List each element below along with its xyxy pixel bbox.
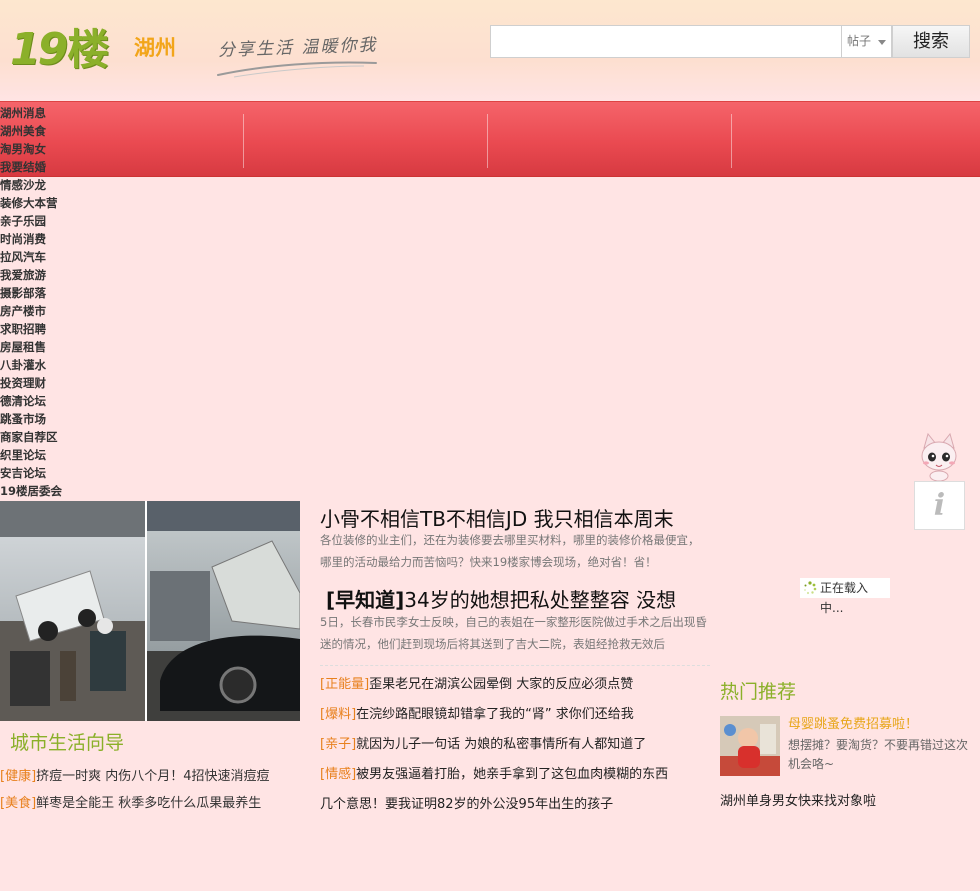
logo-character: 楼 [67, 25, 110, 74]
nav-item[interactable]: 我要结婚 [0, 158, 80, 176]
nav-item[interactable]: 求职招聘 [0, 320, 80, 338]
news-item-text[interactable]: 就因为儿子一句话 为娘的私密事情所有人都知道了 [356, 737, 646, 752]
headline-summary: 5日，长春市民李女士反映，自己的表姐在一家整形医院做过手术之后出现昏迷的情况，他… [320, 615, 707, 651]
loading-indicator: 正在载入中... [800, 578, 890, 615]
nav-item[interactable]: 投资理财 [0, 374, 80, 392]
nav-bar [0, 101, 980, 177]
news-item-text[interactable]: 歪果老兄在湖滨公园晕倒 大家的反应必须点赞 [369, 677, 633, 692]
chevron-down-icon [878, 40, 886, 45]
news-item-text[interactable]: 几个意思！要我证明82岁的外公没95年出生的孩子 [320, 797, 613, 812]
nav-item[interactable]: 织里论坛 [0, 446, 80, 464]
info-icon: i [933, 488, 946, 523]
nav-divider [487, 114, 488, 168]
guide-item-tag[interactable]: [健康] [0, 769, 36, 784]
news-item[interactable]: [爆料]在浣纱路配眼镜却错拿了我的“肾” 求你们还给我 [320, 703, 634, 722]
header: 19 楼 湖州 分享生活 温暖你我 帖子 搜索 [0, 0, 980, 101]
cat-mascot-icon[interactable] [918, 432, 960, 482]
nav-item[interactable]: 德清论坛 [0, 392, 80, 410]
featured-photo-image [0, 501, 300, 721]
search-type-label: 帖子 [847, 34, 872, 48]
logo-number: 19 [10, 24, 68, 75]
nav-item[interactable]: 情感沙龙 [0, 176, 80, 194]
news-item-text[interactable]: 被男友强逼着打胎，她亲手拿到了这包血肉模糊的东西 [356, 767, 668, 782]
nav-item[interactable]: 房屋租售 [0, 338, 80, 356]
hot-recommend-link[interactable]: 湖州单身男女快来找对象啦 [720, 790, 876, 809]
loading-text: 正在载入中... [820, 581, 869, 615]
guide-item-text[interactable]: 鲜枣是全能王 秋季多吃什么瓜果最养生 [36, 796, 261, 811]
news-item[interactable]: [情感]被男友强逼着打胎，她亲手拿到了这包血肉模糊的东西 [320, 763, 668, 782]
news-item-tag[interactable]: [亲子] [320, 737, 356, 752]
hot-recommend-thumbnail[interactable] [720, 716, 780, 776]
news-item[interactable]: 几个意思！要我证明82岁的外公没95年出生的孩子 [320, 793, 613, 812]
nav-item[interactable]: 跳蚤市场 [0, 410, 80, 428]
hot-recommend-image [720, 716, 780, 776]
search-type-select[interactable]: 帖子 [841, 25, 892, 58]
nav-item[interactable]: 淘男淘女 [0, 140, 80, 158]
city-guide-title: 城市生活向导 [10, 732, 125, 754]
nav-item[interactable]: 八卦灌水 [0, 356, 80, 374]
nav-item[interactable]: 房产楼市 [0, 302, 80, 320]
news-item[interactable]: [正能量]歪果老兄在湖滨公园晕倒 大家的反应必须点赞 [320, 673, 633, 692]
guide-item-tag[interactable]: [美食] [0, 796, 36, 811]
headline-text[interactable]: 34岁的她想把私处整整容 没想 [404, 588, 676, 612]
guide-item[interactable]: [美食]鲜枣是全能王 秋季多吃什么瓜果最养生 [0, 792, 261, 811]
hot-recommend-title: 热门推荐 [720, 681, 797, 703]
nav-item[interactable]: 时尚消费 [0, 230, 80, 248]
nav-item[interactable]: 我爱旅游 [0, 266, 80, 284]
nav-item[interactable]: 装修大本营 [0, 194, 80, 212]
nav-menu: 湖州消息 湖州美食 淘男淘女 我要结婚 情感沙龙 装修大本营 亲子乐园 时尚消费 拉风汽车 我爱旅… [0, 104, 80, 500]
news-item[interactable]: [亲子]就因为儿子一句话 为娘的私密事情所有人都知道了 [320, 733, 646, 752]
site-logo[interactable]: 19 楼 [10, 22, 109, 74]
nav-item[interactable]: 商家自荐区 [0, 428, 80, 446]
divider [320, 665, 710, 666]
hot-recommend-description: 想摆摊？要淘货？不要再错过这次机会咯~ [788, 738, 969, 771]
search-input[interactable] [490, 25, 841, 58]
guide-item[interactable]: [健康]挤痘一时爽 内伤八个月！4招快速消痘痘 [0, 765, 270, 784]
featured-photo[interactable] [0, 501, 300, 721]
spinner-icon [804, 581, 817, 595]
search-button[interactable]: 搜索 [892, 25, 970, 58]
nav-item[interactable]: 19楼居委会 [0, 482, 80, 500]
slogan-swoosh-decoration [217, 61, 377, 78]
hot-recommend-headline[interactable]: 母婴跳蚤免费招募啦！ [788, 713, 918, 732]
nav-item[interactable]: 亲子乐园 [0, 212, 80, 230]
guide-item-text[interactable]: 挤痘一时爽 内伤八个月！4招快速消痘痘 [36, 769, 269, 784]
headline-summary: 各位装修的业主们，还在为装修要去哪里买材料，哪里的装修价格最便宜，哪里的活动最给… [320, 533, 700, 569]
news-item-text[interactable]: 在浣纱路配眼镜却错拿了我的“肾” 求你们还给我 [356, 707, 634, 722]
nav-item[interactable]: 安吉论坛 [0, 464, 80, 482]
headline-tag[interactable]: [早知道] [326, 588, 404, 612]
nav-item[interactable]: 摄影部落 [0, 284, 80, 302]
info-button[interactable]: i [914, 481, 965, 530]
news-item-tag[interactable]: [情感] [320, 767, 356, 782]
nav-divider [731, 114, 732, 168]
news-item-tag[interactable]: [爆料] [320, 707, 356, 722]
nav-item[interactable]: 拉风汽车 [0, 248, 80, 266]
city-name[interactable]: 湖州 [134, 32, 176, 62]
news-item-tag[interactable]: [正能量] [320, 677, 369, 692]
headline-link[interactable]: [早知道]34岁的她想把私处整整容 没想 [326, 584, 676, 613]
nav-item[interactable]: 湖州消息 [0, 104, 80, 122]
nav-item[interactable]: 湖州美食 [0, 122, 80, 140]
nav-divider [243, 114, 244, 168]
headline-link[interactable]: 小骨不相信TB不相信JD 我只相信本周末 [320, 503, 674, 532]
